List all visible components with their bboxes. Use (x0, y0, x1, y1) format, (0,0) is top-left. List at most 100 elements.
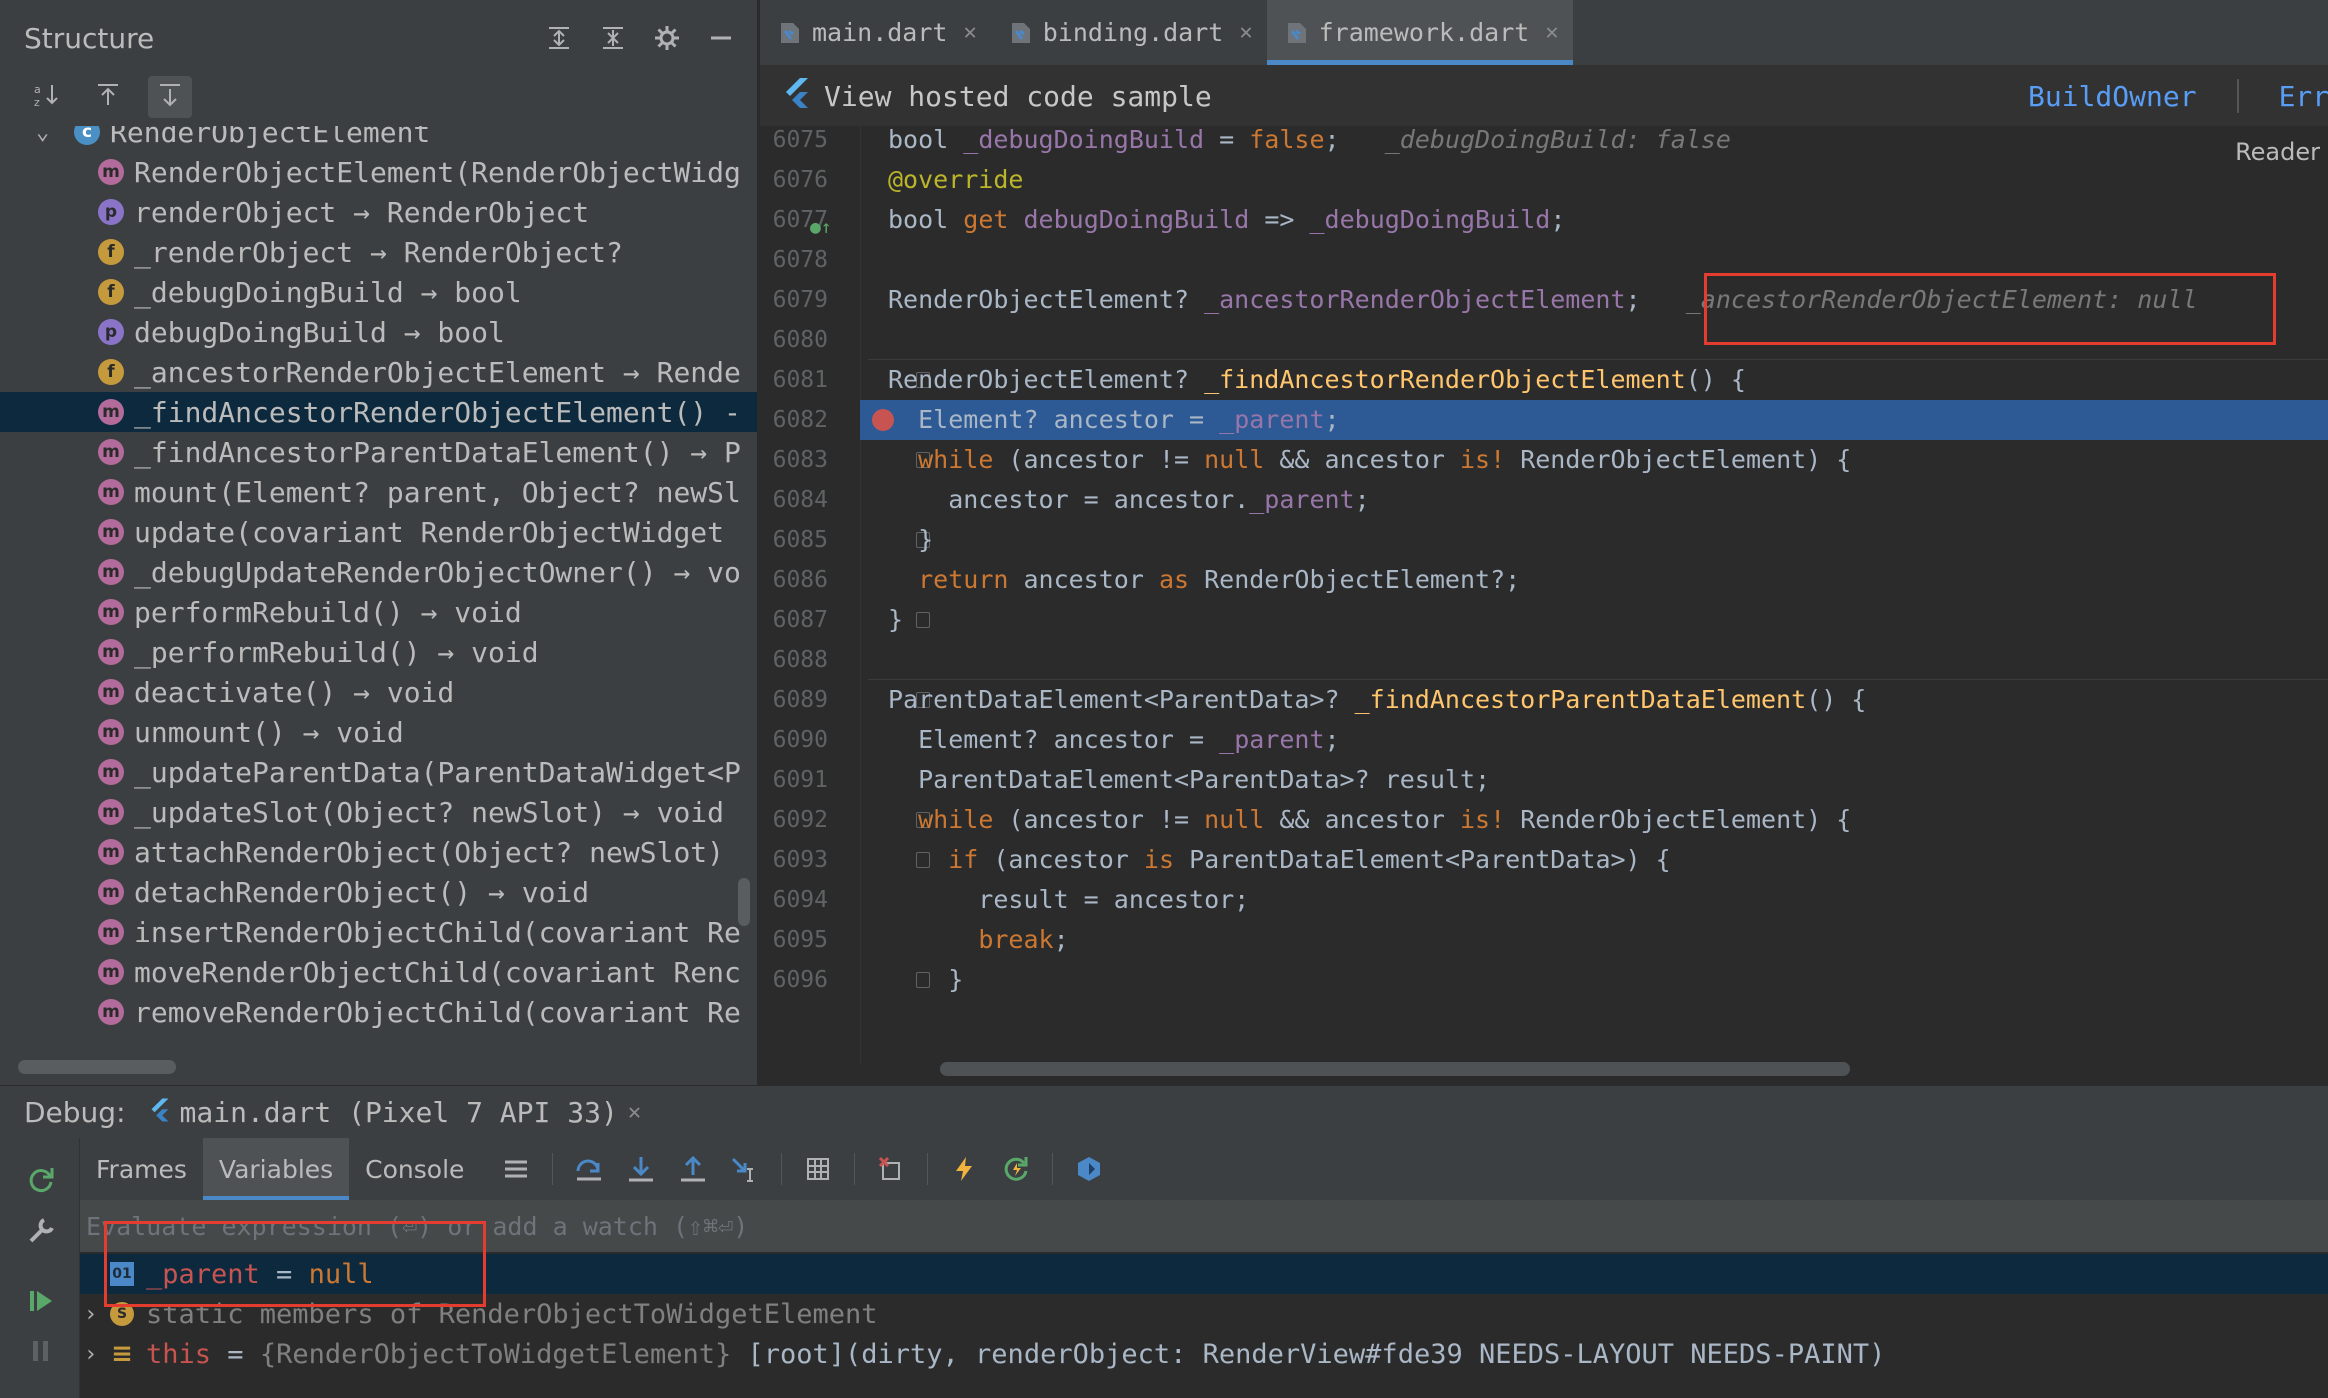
code-line[interactable]: 6089 ParentDataElement<ParentData>? _find… (760, 680, 2328, 720)
tree-item[interactable]: m _updateSlot(Object? newSlot) → void (0, 792, 757, 832)
code-line[interactable]: 6095 break; (760, 920, 2328, 960)
evaluate-expression-input[interactable]: Evaluate expression (⏎) or add a watch (… (80, 1200, 2328, 1252)
close-icon[interactable]: ✕ (1239, 20, 1252, 45)
tree-item[interactable]: m RenderObjectElement(RenderObjectWidg (0, 152, 757, 192)
step-into-icon[interactable] (625, 1153, 657, 1185)
close-icon[interactable]: ✕ (628, 1100, 641, 1125)
code-line[interactable]: 6075 bool _debugDoingBuild = false; _debu… (760, 120, 2328, 160)
fold-icon[interactable] (916, 612, 930, 628)
code-line[interactable]: 6082 Element? ancestor = _parent; (760, 400, 2328, 440)
tree-item[interactable]: f _ancestorRenderObjectElement → Rende (0, 352, 757, 392)
tree-item[interactable]: f _renderObject → RenderObject? (0, 232, 757, 272)
tree-item-label: removeRenderObjectChild(covariant Re (134, 995, 741, 1029)
code-line[interactable]: 6085 } (760, 520, 2328, 560)
code-line[interactable]: 6086 return ancestor as RenderObjectElem… (760, 560, 2328, 600)
tab-variables[interactable]: Variables (202, 1138, 350, 1200)
navigate-up-button[interactable] (86, 76, 130, 118)
navigate-down-button[interactable] (148, 76, 192, 118)
menu-lines-icon[interactable] (500, 1153, 532, 1185)
code-line[interactable]: 6083 while (ancestor != null && ancestor… (760, 440, 2328, 480)
sort-alpha-button[interactable]: az (24, 76, 68, 118)
gear-icon[interactable] (651, 22, 683, 54)
tab-main-dart[interactable]: main.dart ✕ (760, 0, 991, 65)
tab-console[interactable]: Console (349, 1138, 480, 1200)
editor-horizontal-scrollbar[interactable] (940, 1062, 1850, 1076)
chevron-right-icon[interactable]: › (84, 1302, 110, 1327)
tree-item[interactable]: ⌄ c RenderObjectElement (0, 126, 757, 152)
debug-session-label: main.dart (Pixel 7 API 33) (179, 1095, 618, 1129)
tree-item[interactable]: m detachRenderObject() → void (0, 872, 757, 912)
collapse-all-icon[interactable] (597, 22, 629, 54)
expand-all-icon[interactable] (543, 22, 575, 54)
devtools-icon[interactable] (1073, 1153, 1105, 1185)
tree-item[interactable]: m _findAncestorRenderObjectElement() - (0, 392, 757, 432)
tree-vertical-scrollbar[interactable] (738, 878, 750, 926)
tab-binding-dart[interactable]: binding.dart ✕ (991, 0, 1267, 65)
code-line[interactable]: 6090 Element? ancestor = _parent; (760, 720, 2328, 760)
tree-item[interactable]: m insertRenderObjectChild(covariant Re (0, 912, 757, 952)
variable-row[interactable]: › Sstatic members of RenderObjectToWidget… (80, 1294, 2328, 1334)
buildowner-link[interactable]: BuildOwner (2028, 80, 2197, 113)
code-line[interactable]: 6084 ancestor = ancestor._parent; (760, 480, 2328, 520)
tree-item[interactable]: m mount(Element? parent, Object? newSl (0, 472, 757, 512)
tab-frames[interactable]: Frames (80, 1138, 203, 1200)
code-line[interactable]: 6078 (760, 240, 2328, 280)
rerun-icon[interactable] (24, 1162, 58, 1196)
tree-item-label: RenderObjectElement(RenderObjectWidg (134, 155, 741, 189)
tree-item[interactable]: f _debugDoingBuild → bool (0, 272, 757, 312)
tree-item[interactable]: m deactivate() → void (0, 672, 757, 712)
debug-session-tab[interactable]: main.dart (Pixel 7 API 33) ✕ (150, 1095, 641, 1129)
step-out-icon[interactable] (677, 1153, 709, 1185)
view-hosted-code-sample-link[interactable]: View hosted code sample (824, 80, 1212, 113)
drop-frame-icon[interactable] (875, 1153, 907, 1185)
close-icon[interactable]: ✕ (1545, 20, 1558, 45)
close-icon[interactable]: ✕ (963, 20, 976, 45)
run-to-cursor-icon[interactable] (729, 1153, 761, 1185)
code-text: ancestor = ancestor._parent; (888, 485, 1370, 514)
hot-reload-icon[interactable] (948, 1153, 980, 1185)
dart-file-icon (778, 21, 802, 45)
pause-icon[interactable] (24, 1334, 58, 1368)
code-line[interactable]: 6077 ●↑ bool get debugDoingBuild => _debug… (760, 200, 2328, 240)
code-line[interactable]: 6080 (760, 320, 2328, 360)
tree-item[interactable]: m unmount() → void (0, 712, 757, 752)
code-line[interactable]: 6088 (760, 640, 2328, 680)
error-link[interactable]: Erro (2279, 80, 2328, 113)
code-line[interactable]: 6076 @override (760, 160, 2328, 200)
tree-item[interactable]: m moveRenderObjectChild(covariant Renc (0, 952, 757, 992)
tree-item[interactable]: m attachRenderObject(Object? newSlot) (0, 832, 757, 872)
tree-item[interactable]: m _findAncestorParentDataElement() → P (0, 432, 757, 472)
code-line[interactable]: 6092 while (ancestor != null && ancestor… (760, 800, 2328, 840)
wrench-icon[interactable] (24, 1214, 58, 1248)
minimize-icon[interactable] (705, 22, 737, 54)
tree-item[interactable]: m performRebuild() → void (0, 592, 757, 632)
evaluate-table-icon[interactable] (802, 1153, 834, 1185)
resume-icon[interactable] (24, 1284, 58, 1318)
code-area[interactable]: 60746075bool _debugDoingBuild = false; _… (760, 120, 2328, 1065)
code-line[interactable]: 6094 result = ancestor; (760, 880, 2328, 920)
arrow-up-icon (94, 81, 122, 113)
code-line[interactable]: 6087} (760, 600, 2328, 640)
variable-row[interactable]: 01 _parent = null (80, 1254, 2328, 1294)
code-line[interactable]: 6081 RenderObjectElement? _findAncestorRe… (760, 360, 2328, 400)
code-line[interactable]: 6096 } (760, 960, 2328, 1000)
code-line[interactable]: 6079 RenderObjectElement? _ancestorRender… (760, 280, 2328, 320)
toolbar-divider (552, 1153, 554, 1185)
tree-horizontal-scrollbar[interactable] (18, 1060, 176, 1074)
tree-item[interactable]: m _updateParentData(ParentDataWidget<P (0, 752, 757, 792)
tree-item[interactable]: p debugDoingBuild → bool (0, 312, 757, 352)
code-line[interactable]: 6091 ParentDataElement<ParentData>? resu… (760, 760, 2328, 800)
tree-item[interactable]: m removeRenderObjectChild(covariant Re (0, 992, 757, 1032)
chevron-down-icon[interactable]: ⌄ (36, 126, 58, 145)
tab-framework-dart[interactable]: framework.dart ✕ (1266, 0, 1573, 65)
flutter-icon (784, 77, 810, 115)
step-over-icon[interactable] (573, 1153, 605, 1185)
code-line[interactable]: 6093 if (ancestor is ParentDataElement<P… (760, 840, 2328, 880)
tree-item[interactable]: m update(covariant RenderObjectWidget (0, 512, 757, 552)
tree-item[interactable]: p renderObject → RenderObject (0, 192, 757, 232)
tree-item[interactable]: m _performRebuild() → void (0, 632, 757, 672)
variable-row[interactable]: › ≡ this = {RenderObjectToWidgetElement} [… (80, 1334, 2328, 1374)
chevron-right-icon[interactable]: › (84, 1342, 110, 1367)
hot-restart-icon[interactable] (1000, 1153, 1032, 1185)
tree-item[interactable]: m _debugUpdateRenderObjectOwner() → vo (0, 552, 757, 592)
